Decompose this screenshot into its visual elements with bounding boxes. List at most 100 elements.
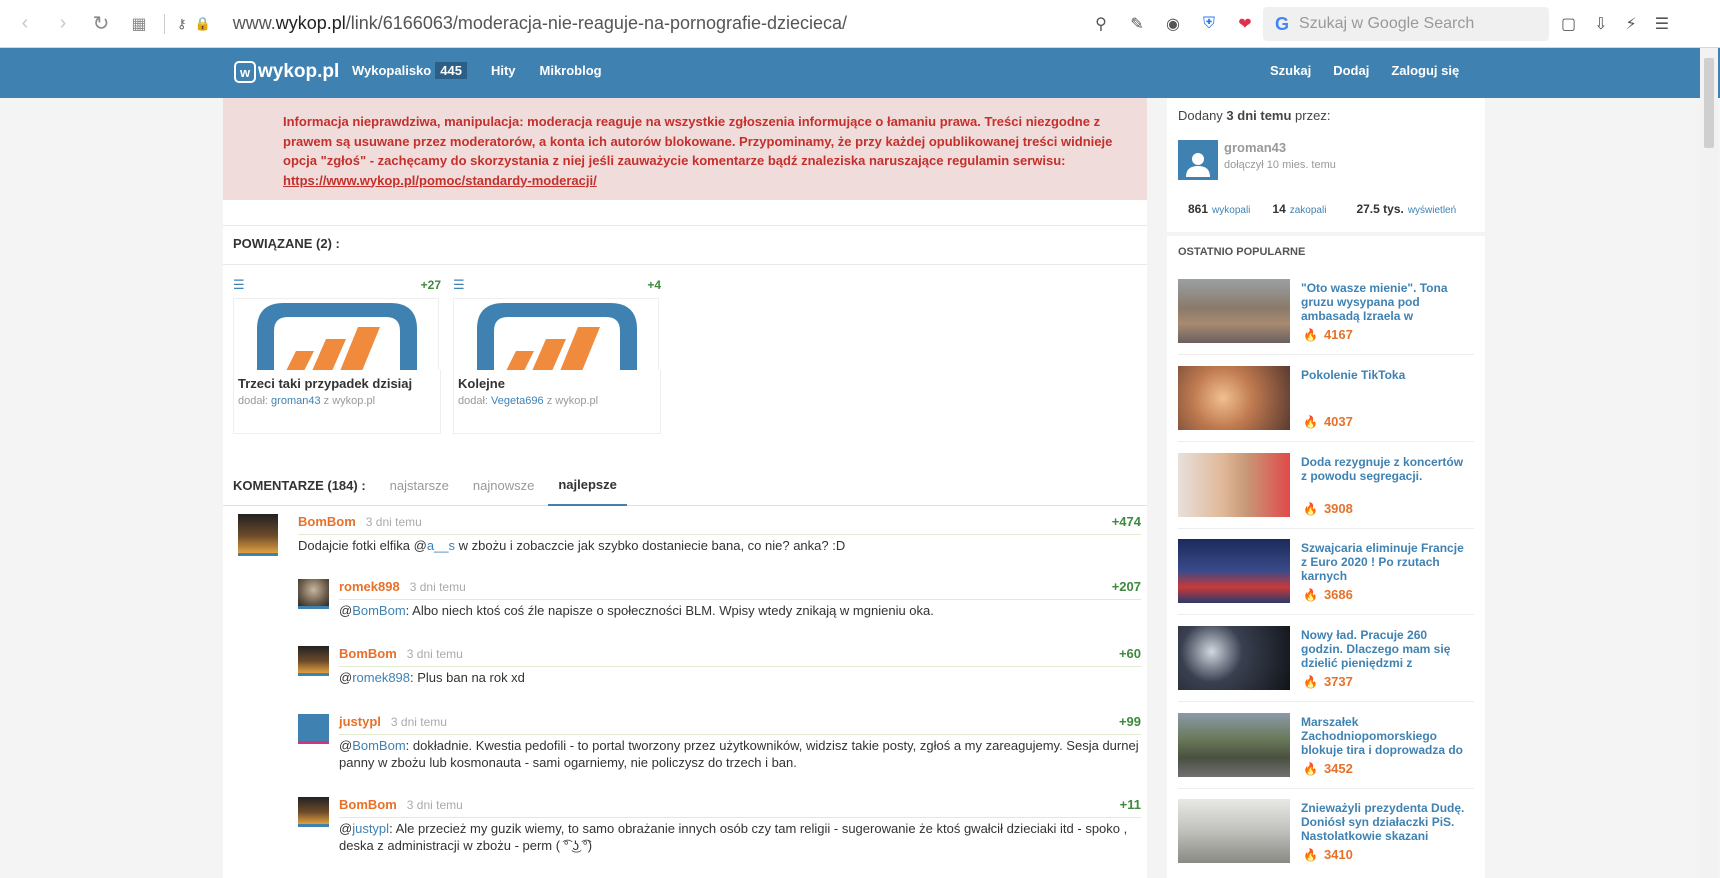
search-page-icon[interactable]: ⚲ xyxy=(1090,13,1112,35)
related-title-text[interactable]: Kolejne xyxy=(458,376,656,391)
related-thumbnail[interactable] xyxy=(233,298,439,370)
camera-icon[interactable]: ◉ xyxy=(1162,13,1184,35)
popular-thumbnail[interactable] xyxy=(1178,279,1290,343)
heart-icon[interactable]: ❤ xyxy=(1234,13,1256,35)
related-card[interactable]: ☰ +4 Kolejne dodał: Vegeta696 z wykop.pl xyxy=(453,272,661,434)
mention-link[interactable]: a__s xyxy=(427,538,455,553)
google-search-input[interactable]: G Szukaj w Google Search xyxy=(1263,7,1549,41)
avatar[interactable] xyxy=(298,646,329,676)
popular-title-link[interactable]: Nowy ład. Pracuje 260 godzin. Dlaczego m… xyxy=(1301,628,1471,670)
popular-item[interactable]: Pokolenie TikToka 🔥 4037 xyxy=(1178,366,1474,442)
wykopalisko-count-badge: 445 xyxy=(435,62,467,79)
popular-thumbnail[interactable] xyxy=(1178,799,1290,863)
back-icon[interactable]: ‹ xyxy=(12,11,38,37)
edit-icon[interactable]: ✎ xyxy=(1126,13,1148,35)
fire-icon: 🔥 xyxy=(1303,415,1318,429)
menu-icon[interactable]: ☰ xyxy=(453,277,465,293)
author-box: groman43 dołączył 10 mies. temu xyxy=(1178,140,1336,180)
key-icon[interactable]: ⚷ xyxy=(177,16,187,32)
search-link[interactable]: Szukaj xyxy=(1270,63,1311,78)
avatar[interactable] xyxy=(298,714,329,744)
popular-title-link[interactable]: Doda rezygnuje z koncertów z powodu segr… xyxy=(1301,455,1471,497)
cube-icon[interactable]: ▢ xyxy=(1561,14,1576,34)
scroll-thumb[interactable] xyxy=(1704,58,1714,148)
popular-item[interactable]: "Oto wasze mienie". Tona gruzu wysypana … xyxy=(1178,279,1474,355)
comment-author[interactable]: justypl xyxy=(339,714,381,729)
avatar[interactable] xyxy=(298,579,329,609)
nav-wykopalisko[interactable]: Wykopalisko 445 xyxy=(352,62,467,79)
site-logo[interactable]: w wykop.pl xyxy=(234,61,339,83)
comment-text: Dodajcie fotki elfika @a__s w zbożu i zo… xyxy=(298,538,846,553)
popular-score: 🔥 3686 xyxy=(1303,587,1353,602)
related-user-link[interactable]: groman43 xyxy=(271,395,321,407)
avatar[interactable] xyxy=(238,514,278,556)
popular-title-link[interactable]: Znieważyli prezydenta Dudę. Doniósł syn … xyxy=(1301,801,1471,843)
popular-thumbnail[interactable] xyxy=(1178,366,1290,430)
author-avatar[interactable] xyxy=(1178,140,1218,180)
related-user-link[interactable]: Vegeta696 xyxy=(491,395,544,407)
tabs-grid-icon[interactable]: ▦ xyxy=(126,11,152,37)
popular-thumbnail[interactable] xyxy=(1178,713,1290,777)
related-thumbnail[interactable] xyxy=(453,298,659,370)
popular-item[interactable]: Znieważyli prezydenta Dudę. Doniósł syn … xyxy=(1178,799,1474,875)
added-by: Dodany 3 dni temu przez: xyxy=(1178,108,1331,123)
popular-title-link[interactable]: Pokolenie TikToka xyxy=(1301,368,1471,410)
address-bar[interactable]: www.wykop.pl/link/6166063/moderacja-nie-… xyxy=(233,13,847,34)
nav-mikroblog[interactable]: Mikroblog xyxy=(540,63,602,78)
top-nav: Wykopalisko 445 Hity Mikroblog xyxy=(352,62,602,79)
nav-hity[interactable]: Hity xyxy=(491,63,516,78)
related-title-text[interactable]: Trzeci taki przypadek dzisiaj xyxy=(238,376,436,391)
comment-author[interactable]: BomBom xyxy=(339,646,397,661)
popular-thumbnail[interactable] xyxy=(1178,539,1290,603)
author-name[interactable]: groman43 xyxy=(1224,140,1336,155)
settings-sliders-icon[interactable]: ☰ xyxy=(1655,14,1669,34)
shield-icon[interactable]: ⛨ xyxy=(1198,13,1220,35)
comment-author[interactable]: BomBom xyxy=(298,514,356,529)
reload-icon[interactable]: ↻ xyxy=(88,11,114,37)
battery-icon[interactable]: ⚡ xyxy=(1626,14,1637,34)
moderation-standards-link[interactable]: https://www.wykop.pl/pomoc/standardy-mod… xyxy=(283,173,597,188)
comment-score: +207 xyxy=(1111,579,1141,594)
download-icon[interactable]: ⇩ xyxy=(1594,14,1607,34)
popular-item[interactable]: Szwajcaria eliminuje Francje z Euro 2020… xyxy=(1178,539,1474,615)
comment-text: @justypl: Ale przecież my guzik wiemy, t… xyxy=(339,821,1128,853)
popular-item[interactable]: Doda rezygnuje z koncertów z powodu segr… xyxy=(1178,453,1474,529)
comment-author[interactable]: BomBom xyxy=(339,797,397,812)
login-link[interactable]: Zaloguj się xyxy=(1391,63,1459,78)
fire-icon: 🔥 xyxy=(1303,848,1318,862)
mention-link[interactable]: justypl xyxy=(352,821,389,836)
comment-time: 3 dni temu xyxy=(409,580,466,594)
popular-thumbnail[interactable] xyxy=(1178,626,1290,690)
avatar[interactable] xyxy=(298,797,329,827)
user-silhouette-icon xyxy=(1186,153,1210,177)
popular-item[interactable]: Marszałek Zachodniopomorskiego blokuje t… xyxy=(1178,713,1474,789)
popular-score: 🔥 4167 xyxy=(1303,327,1353,342)
forward-icon[interactable]: › xyxy=(50,11,76,37)
popular-title-link[interactable]: Szwajcaria eliminuje Francje z Euro 2020… xyxy=(1301,541,1471,583)
comment-reply: BomBom 3 dni temu +60 @romek898: Plus ba… xyxy=(298,646,1141,706)
tab-najnowsze[interactable]: najnowsze xyxy=(463,466,544,506)
comment-divider xyxy=(339,817,1141,818)
popular-title-link[interactable]: "Oto wasze mienie". Tona gruzu wysypana … xyxy=(1301,281,1471,323)
comment-time: 3 dni temu xyxy=(406,647,463,661)
mention-link[interactable]: romek898 xyxy=(352,670,410,685)
wykop-logo-thumbnail xyxy=(257,303,417,370)
tab-najstarsze[interactable]: najstarsze xyxy=(380,466,459,506)
mention-link[interactable]: BomBom xyxy=(352,603,405,618)
popular-score: 🔥 4037 xyxy=(1303,414,1353,429)
popular-score: 🔥 3452 xyxy=(1303,761,1353,776)
add-link[interactable]: Dodaj xyxy=(1333,63,1369,78)
stat-views: 27.5 tys. wyświetleń xyxy=(1356,202,1457,216)
page-scrollbar[interactable] xyxy=(1700,48,1718,878)
comment-time: 3 dni temu xyxy=(406,798,463,812)
mention-link[interactable]: BomBom xyxy=(352,738,405,753)
menu-icon[interactable]: ☰ xyxy=(233,277,245,293)
related-card[interactable]: ☰ +27 Trzeci taki przypadek dzisiaj doda… xyxy=(233,272,441,434)
popular-item[interactable]: Nowy ład. Pracuje 260 godzin. Dlaczego m… xyxy=(1178,626,1474,702)
lock-icon[interactable]: 🔒 xyxy=(195,16,211,32)
logo-icon: w xyxy=(234,61,256,83)
popular-thumbnail[interactable] xyxy=(1178,453,1290,517)
comment-author[interactable]: romek898 xyxy=(339,579,400,594)
tab-najlepsze[interactable]: najlepsze xyxy=(548,466,627,506)
popular-title-link[interactable]: Marszałek Zachodniopomorskiego blokuje t… xyxy=(1301,715,1471,757)
